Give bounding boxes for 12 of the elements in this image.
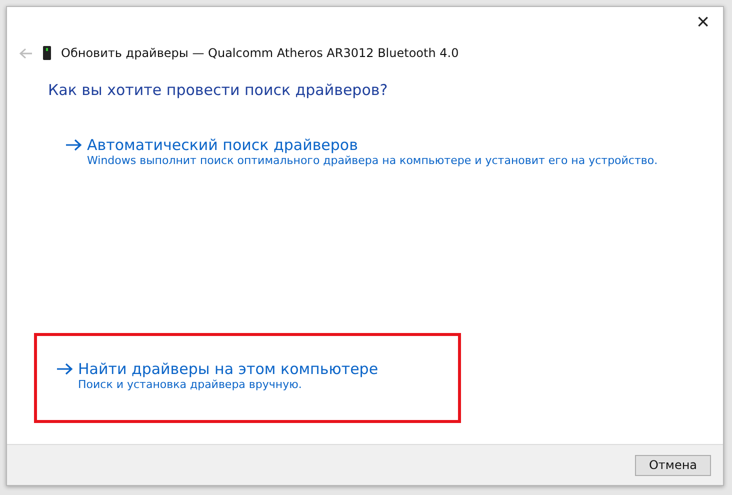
heading: Как вы хотите провести поиск драйверов? (48, 81, 389, 99)
option-description: Windows выполнит поиск оптимального драйвера на компьютере и установит его на устройство. (87, 154, 658, 167)
back-arrow-icon[interactable] (19, 48, 33, 58)
option-description: Поиск и установка драйвера вручную. (78, 378, 303, 391)
cancel-button[interactable]: Отмена (635, 454, 711, 476)
window-title: Обновить драйверы — Qualcomm Atheros AR3012 Bluetooth 4.0 (61, 46, 459, 60)
arrow-icon (65, 139, 82, 151)
device-icon (43, 46, 51, 60)
option-link[interactable]: Найти драйверы на этом компьютере (78, 360, 378, 378)
option-link[interactable]: Автоматический поиск драйверов (87, 136, 358, 154)
close-button[interactable]: × (683, 7, 723, 37)
arrow-icon (56, 363, 73, 375)
